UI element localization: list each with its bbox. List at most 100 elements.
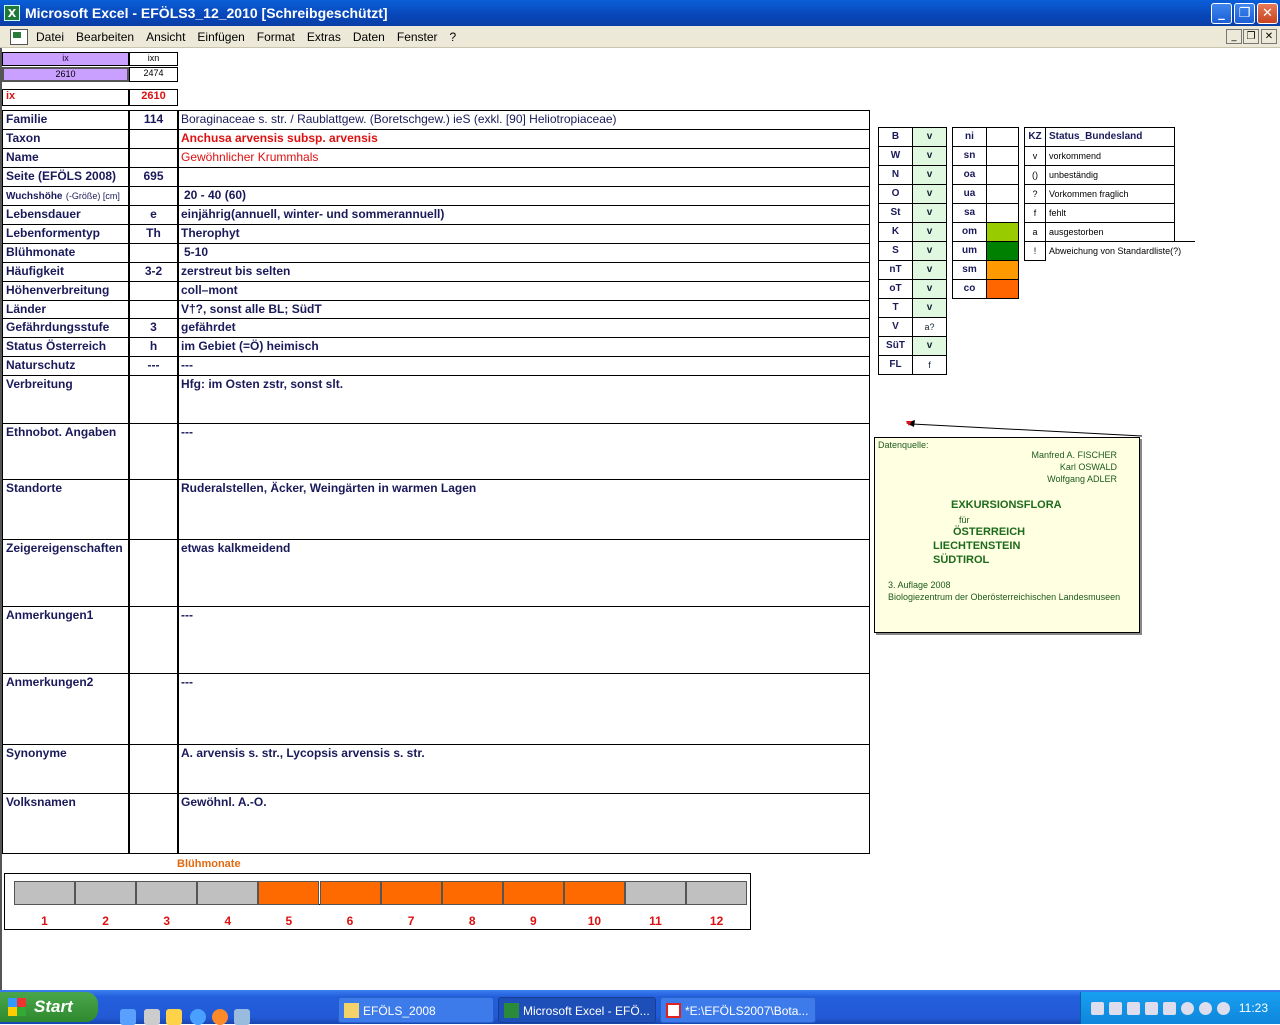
info-icon[interactable] bbox=[1199, 1002, 1212, 1015]
menu-bearbeiten[interactable]: Bearbeiten bbox=[74, 30, 136, 44]
row-label: Volksnamen bbox=[2, 793, 129, 854]
menu-einfuegen[interactable]: Einfügen bbox=[195, 30, 246, 44]
close-button[interactable]: ✕ bbox=[1257, 3, 1278, 24]
month-label-12: 12 bbox=[709, 914, 724, 928]
row-value[interactable]: Gewöhnl. A.-O. bbox=[178, 793, 870, 854]
row-code[interactable] bbox=[129, 243, 178, 263]
row-value[interactable]: zerstreut bis selten bbox=[178, 262, 870, 282]
row-value[interactable]: Therophyt bbox=[178, 224, 870, 244]
security-icon[interactable] bbox=[1145, 1002, 1158, 1015]
quicklaunch-browser-icon[interactable] bbox=[190, 1009, 206, 1025]
quicklaunch-desktop-icon[interactable] bbox=[144, 1009, 160, 1025]
start-label: Start bbox=[34, 997, 73, 1016]
start-button[interactable]: Start bbox=[0, 992, 98, 1022]
row-code[interactable] bbox=[129, 300, 178, 319]
row-code[interactable] bbox=[129, 148, 178, 168]
row-label: Naturschutz bbox=[2, 356, 129, 376]
row-value[interactable]: V†?, sonst alle BL; SüdT bbox=[178, 300, 870, 319]
row-label: Wuchshöhe (-Größe) [cm] bbox=[2, 186, 129, 206]
note-title-4: SÜDTIROL bbox=[933, 554, 990, 566]
row-code[interactable]: 114 bbox=[129, 110, 178, 130]
state-value: v bbox=[912, 298, 947, 318]
row-code[interactable] bbox=[129, 129, 178, 149]
row-code[interactable] bbox=[129, 744, 178, 794]
row-value[interactable] bbox=[178, 167, 870, 187]
month-label-4: 4 bbox=[224, 914, 232, 928]
task-document[interactable]: *E:\EFÖLS2007\Bota... bbox=[660, 997, 816, 1023]
menu-format[interactable]: Format bbox=[255, 30, 297, 44]
row-code[interactable]: 695 bbox=[129, 167, 178, 187]
menu-ansicht[interactable]: Ansicht bbox=[144, 30, 187, 44]
row-value[interactable]: Ruderalstellen, Äcker, Weingärten in war… bbox=[178, 479, 870, 540]
menu-help[interactable]: ? bbox=[448, 30, 459, 44]
ix-value[interactable]: 2610 bbox=[2, 67, 129, 82]
row-code[interactable] bbox=[129, 423, 178, 480]
row-value[interactable]: --- bbox=[178, 606, 870, 674]
row-value[interactable]: Anchusa arvensis subsp. arvensis bbox=[178, 129, 870, 149]
menu-datei[interactable]: Datei bbox=[34, 30, 66, 44]
menu-extras[interactable]: Extras bbox=[305, 30, 343, 44]
menu-daten[interactable]: Daten bbox=[351, 30, 387, 44]
row-code[interactable]: 3 bbox=[129, 318, 178, 338]
month-bar-6 bbox=[319, 881, 381, 905]
task-excel[interactable]: Microsoft Excel - EFÖ... bbox=[498, 997, 656, 1023]
quicklaunch-media-icon[interactable] bbox=[166, 1009, 182, 1025]
row-code[interactable] bbox=[129, 793, 178, 854]
doc-close-button[interactable]: ✕ bbox=[1261, 29, 1277, 44]
doc-restore-button[interactable]: ❐ bbox=[1243, 29, 1259, 44]
task-label: EFÖLS_2008 bbox=[363, 1004, 436, 1018]
row-value[interactable]: coll–mont bbox=[178, 281, 870, 301]
row-code[interactable]: h bbox=[129, 337, 178, 357]
minimize-button[interactable]: _ bbox=[1211, 3, 1232, 24]
row-code[interactable] bbox=[129, 539, 178, 607]
month-label-5: 5 bbox=[285, 914, 293, 928]
row-code[interactable]: --- bbox=[129, 356, 178, 376]
row-code[interactable]: e bbox=[129, 205, 178, 225]
row-value[interactable]: --- bbox=[178, 673, 870, 745]
row-code[interactable] bbox=[129, 186, 178, 206]
row-value[interactable]: Boraginaceae s. str. / Raublattgew. (Bor… bbox=[178, 110, 870, 130]
row-value[interactable]: --- bbox=[178, 356, 870, 376]
volume-icon[interactable] bbox=[1109, 1002, 1122, 1015]
row-code[interactable] bbox=[129, 375, 178, 424]
row-value[interactable]: gefährdet bbox=[178, 318, 870, 338]
update-icon[interactable] bbox=[1181, 1002, 1194, 1015]
menu-bar: Datei Bearbeiten Ansicht Einfügen Format… bbox=[0, 26, 1280, 48]
quicklaunch-app-icon[interactable] bbox=[234, 1009, 250, 1025]
row-code[interactable]: 3-2 bbox=[129, 262, 178, 282]
workbook-icon[interactable] bbox=[10, 28, 28, 45]
row-value[interactable]: 5-10 bbox=[178, 243, 870, 263]
menu-fenster[interactable]: Fenster bbox=[395, 30, 440, 44]
row-value[interactable]: A. arvensis s. str., Lycopsis arvensis s… bbox=[178, 744, 870, 794]
quicklaunch-firefox-icon[interactable] bbox=[212, 1009, 228, 1025]
app-tray-icon[interactable] bbox=[1217, 1002, 1230, 1015]
row-value[interactable]: etwas kalkmeidend bbox=[178, 539, 870, 607]
row-label-text: Standorte bbox=[6, 481, 63, 495]
row-value[interactable]: Hfg: im Osten zstr, sonst slt. bbox=[178, 375, 870, 424]
doc-minimize-button[interactable]: _ bbox=[1226, 29, 1242, 44]
row-code[interactable] bbox=[129, 479, 178, 540]
row-code[interactable] bbox=[129, 673, 178, 745]
note-author-2: Karl OSWALD bbox=[1059, 462, 1117, 472]
code-color-swatch bbox=[986, 184, 1019, 204]
code-key: ua bbox=[952, 184, 987, 204]
restore-button[interactable]: ❐ bbox=[1234, 3, 1255, 24]
row-value[interactable]: --- bbox=[178, 423, 870, 480]
code-key: um bbox=[952, 241, 987, 261]
note-fuer: für bbox=[959, 515, 970, 525]
task-efoels-folder[interactable]: EFÖLS_2008 bbox=[338, 997, 494, 1023]
row-code[interactable]: Th bbox=[129, 224, 178, 244]
shield-icon[interactable] bbox=[1163, 1002, 1176, 1015]
search-icon[interactable] bbox=[1127, 1002, 1140, 1015]
row-value[interactable]: Gewöhnlicher Krummhals bbox=[178, 148, 870, 168]
row-code[interactable] bbox=[129, 606, 178, 674]
row-value[interactable]: im Gebiet (=Ö) heimisch bbox=[178, 337, 870, 357]
quicklaunch-ie-icon[interactable] bbox=[120, 1009, 136, 1025]
clock: 11:23 bbox=[1238, 1001, 1268, 1015]
row-label-text: Anmerkungen2 bbox=[6, 675, 94, 689]
row-code[interactable] bbox=[129, 281, 178, 301]
row-label: Ethnobot. Angaben bbox=[2, 423, 129, 480]
row-value[interactable]: einjährig(annuell, winter- und sommerann… bbox=[178, 205, 870, 225]
row-value[interactable]: 20 - 40 (60) bbox=[178, 186, 870, 206]
network-icon[interactable] bbox=[1091, 1002, 1104, 1015]
